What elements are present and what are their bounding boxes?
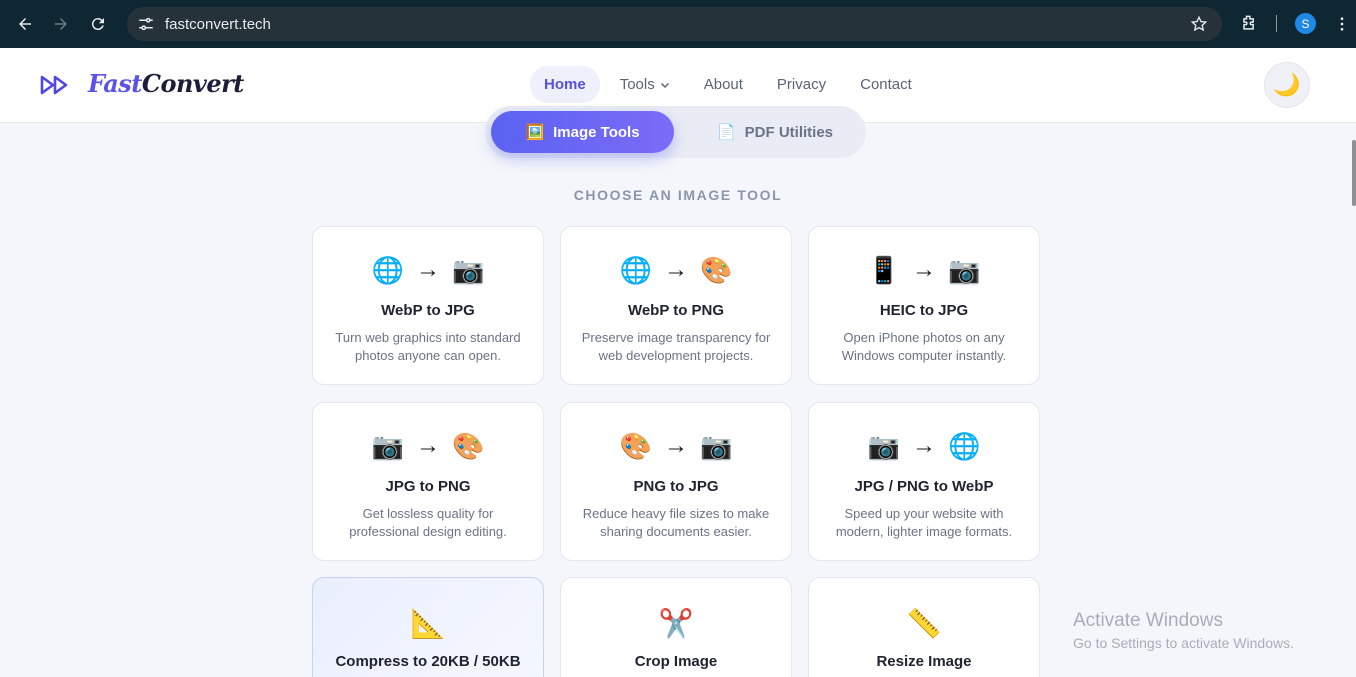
card-title: HEIC to JPG xyxy=(879,302,969,319)
camera-icon: 📷 xyxy=(948,254,981,285)
url-text: fastconvert.tech xyxy=(165,16,271,33)
camera-icon: 📷 xyxy=(700,430,733,461)
card-icon-row: 📷 → 🌐 xyxy=(809,429,1039,463)
camera-icon: 📷 xyxy=(371,430,404,461)
forward-button[interactable] xyxy=(48,11,74,37)
forward-arrow-icon xyxy=(55,18,67,30)
arrow-right-icon: → xyxy=(664,256,688,283)
card-icon-row: 🌐 → 📷 xyxy=(313,253,543,287)
profile-avatar[interactable]: S xyxy=(1295,13,1316,34)
card-title: WebP to PNG xyxy=(627,302,725,319)
nav-tools[interactable]: Tools xyxy=(606,66,684,103)
triangular-ruler-icon: 📐 xyxy=(410,607,446,639)
tab-image-tools-label: Image Tools xyxy=(553,123,640,141)
main-nav: Home Tools About Privacy Contact xyxy=(530,66,932,103)
card-title: JPG / PNG to WebP xyxy=(854,478,994,495)
card-icon-row: 🎨 → 📷 xyxy=(561,429,791,463)
framed-picture-icon: 🖼️ xyxy=(525,124,545,141)
card-title: PNG to JPG xyxy=(633,478,719,495)
tool-card-jpg-png-to-webp[interactable]: 📷 → 🌐 JPG / PNG to WebP Speed up your we… xyxy=(808,402,1040,561)
logo-text-convert: Convert xyxy=(141,69,245,98)
card-icon-row: 🌐 → 🎨 xyxy=(561,253,791,287)
straight-ruler-icon: 📏 xyxy=(906,607,942,639)
palette-icon: 🎨 xyxy=(619,430,652,461)
arrow-right-icon: → xyxy=(912,256,936,283)
nav-contact-label: Contact xyxy=(860,76,912,93)
nav-privacy[interactable]: Privacy xyxy=(763,66,840,103)
site-logo[interactable]: FastConvert xyxy=(88,69,244,98)
card-description: Get lossless quality for professional de… xyxy=(349,506,507,539)
tool-card-compress[interactable]: 📐 Compress to 20KB / 50KB xyxy=(312,577,544,677)
moon-icon: 🌙 xyxy=(1273,72,1301,97)
nav-privacy-label: Privacy xyxy=(776,76,827,93)
globe-icon: 🌐 xyxy=(948,430,981,461)
mobile-phone-icon: 📱 xyxy=(867,254,900,285)
card-title: Compress to 20KB / 50KB xyxy=(335,653,521,670)
document-icon: 📄 xyxy=(716,124,736,141)
card-description: Open iPhone photos on any Windows comput… xyxy=(841,330,1007,363)
fast-forward-logo-icon[interactable] xyxy=(40,75,70,95)
tool-card-heic-to-jpg[interactable]: 📱 → 📷 HEIC to JPG Open iPhone photos on … xyxy=(808,226,1040,385)
arrow-right-icon: → xyxy=(416,432,440,459)
palette-icon: 🎨 xyxy=(700,254,733,285)
site-settings-icon[interactable] xyxy=(137,15,155,33)
section-heading: CHOOSE AN IMAGE TOOL xyxy=(573,187,783,203)
nav-about-label: About xyxy=(703,76,743,93)
tab-pdf-utilities-label: PDF Utilities xyxy=(744,123,834,141)
nav-home-label: Home xyxy=(544,76,586,93)
nav-home[interactable]: Home xyxy=(530,66,600,103)
card-title: Resize Image xyxy=(876,653,972,670)
chevron-down-icon xyxy=(660,82,669,88)
card-description: Reduce heavy file sizes to make sharing … xyxy=(582,506,770,539)
logo-text-fast: Fast xyxy=(88,69,142,98)
camera-icon: 📷 xyxy=(867,430,900,461)
card-icon-row: 📷 → 🎨 xyxy=(313,429,543,463)
tool-category-tabs: 🖼️ Image Tools 📄 PDF Utilities xyxy=(485,106,866,158)
back-arrow-icon xyxy=(19,18,31,30)
tab-image-tools[interactable]: 🖼️ Image Tools xyxy=(491,111,674,153)
theme-toggle-button[interactable]: 🌙 xyxy=(1264,62,1310,108)
card-description: Speed up your website with modern, light… xyxy=(835,506,1013,539)
more-menu-icon[interactable] xyxy=(1333,14,1351,34)
globe-icon: 🌐 xyxy=(371,254,404,285)
reload-icon xyxy=(91,18,104,31)
browser-toolbar: fastconvert.tech S xyxy=(0,0,1356,48)
address-bar[interactable]: fastconvert.tech xyxy=(127,7,1222,41)
extensions-puzzle-icon[interactable] xyxy=(1239,13,1259,33)
bookmark-star-icon[interactable] xyxy=(1190,15,1208,33)
card-icon-row: 📱 → 📷 xyxy=(809,253,1039,287)
windows-activation-watermark: Activate Windows Go to Settings to activ… xyxy=(1073,610,1294,651)
arrow-right-icon: → xyxy=(416,256,440,283)
card-description: Preserve image transparency for web deve… xyxy=(581,330,771,363)
nav-about[interactable]: About xyxy=(690,66,757,103)
watermark-subtitle: Go to Settings to activate Windows. xyxy=(1073,635,1294,651)
reload-button[interactable] xyxy=(85,11,111,37)
tool-card-png-to-jpg[interactable]: 🎨 → 📷 PNG to JPG Reduce heavy file sizes… xyxy=(560,402,792,561)
tool-card-jpg-to-png[interactable]: 📷 → 🎨 JPG to PNG Get lossless quality fo… xyxy=(312,402,544,561)
camera-icon: 📷 xyxy=(452,254,485,285)
tool-card-webp-to-jpg[interactable]: 🌐 → 📷 WebP to JPG Turn web graphics into… xyxy=(312,226,544,385)
card-title: Crop Image xyxy=(634,653,718,670)
back-button[interactable] xyxy=(12,11,38,37)
tool-card-resize[interactable]: 📏 Resize Image xyxy=(808,577,1040,677)
tool-card-crop[interactable]: ✂️ Crop Image xyxy=(560,577,792,677)
card-title: WebP to JPG xyxy=(381,302,475,319)
scrollbar-thumb[interactable] xyxy=(1352,140,1356,206)
card-description: Turn web graphics into standard photos a… xyxy=(335,330,521,363)
palette-icon: 🎨 xyxy=(452,430,485,461)
nav-contact[interactable]: Contact xyxy=(846,66,926,103)
tool-card-webp-to-png[interactable]: 🌐 → 🎨 WebP to PNG Preserve image transpa… xyxy=(560,226,792,385)
globe-icon: 🌐 xyxy=(619,254,652,285)
arrow-right-icon: → xyxy=(912,432,936,459)
scissors-icon: ✂️ xyxy=(658,607,694,639)
nav-tools-label: Tools xyxy=(619,76,655,93)
toolbar-separator xyxy=(1276,15,1277,32)
watermark-title: Activate Windows xyxy=(1073,610,1223,631)
tab-pdf-utilities[interactable]: 📄 PDF Utilities xyxy=(690,111,860,153)
card-title: JPG to PNG xyxy=(385,478,471,495)
arrow-right-icon: → xyxy=(664,432,688,459)
